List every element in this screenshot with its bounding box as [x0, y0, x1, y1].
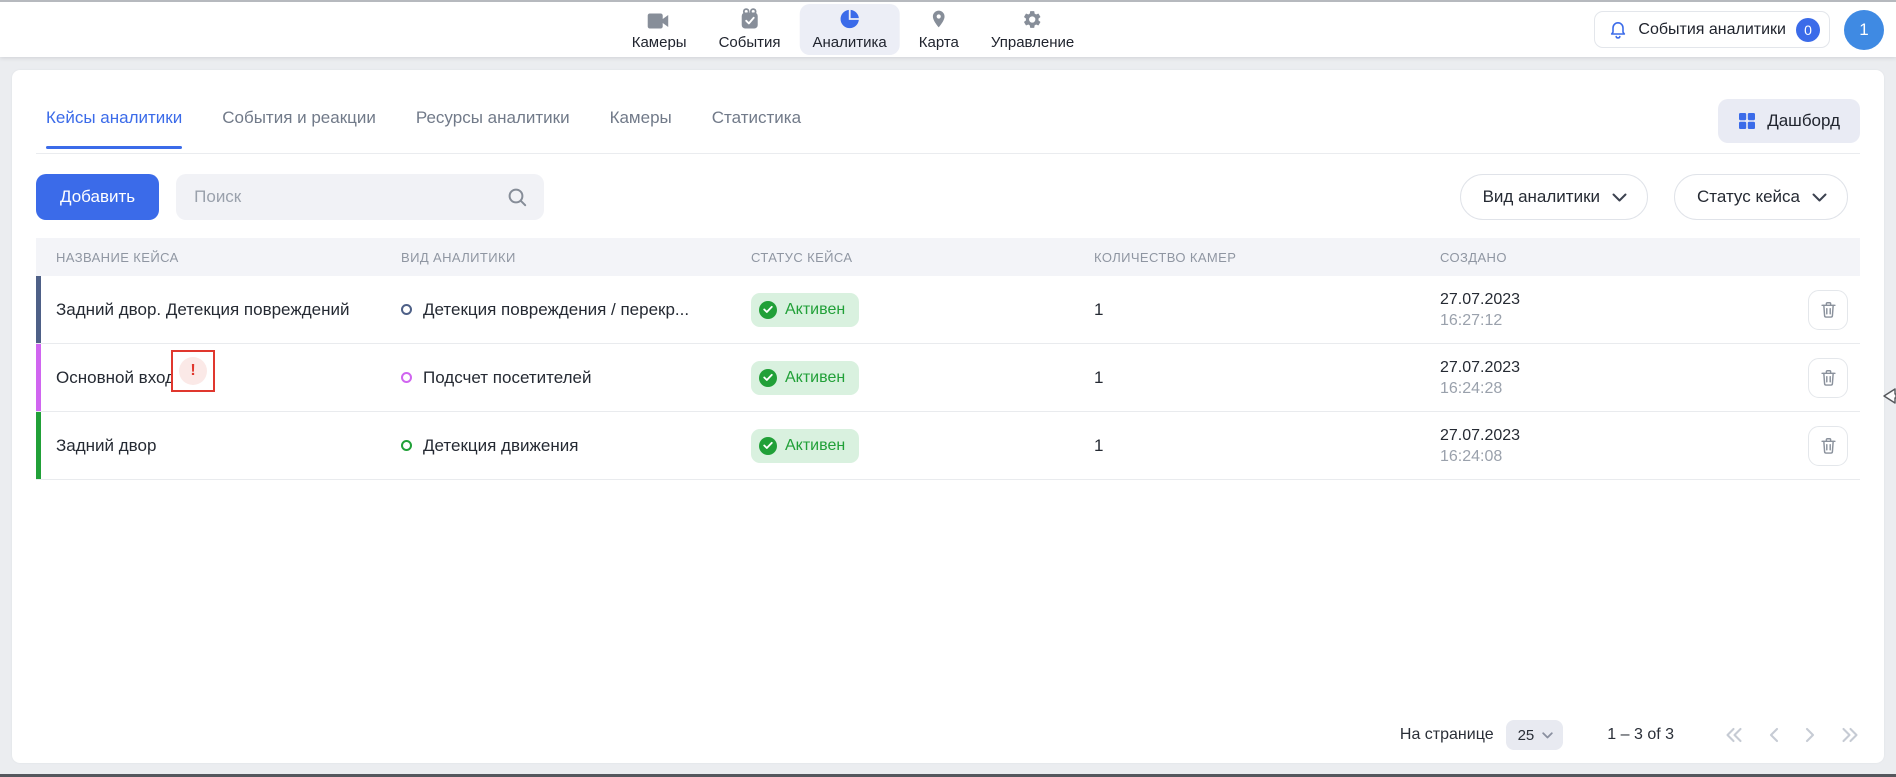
- case-status-filter[interactable]: Статус кейса: [1674, 174, 1848, 220]
- tab-cameras[interactable]: Камеры: [610, 70, 672, 153]
- camera-icon: [647, 8, 671, 30]
- chevron-down-icon: [1542, 732, 1553, 739]
- tab-analytics-resources[interactable]: Ресурсы аналитики: [416, 70, 570, 153]
- case-name: Основной вход: [56, 368, 175, 388]
- chevron-down-icon: [1812, 193, 1827, 202]
- nav-item-label: Управление: [991, 34, 1074, 51]
- camera-count: 1: [1094, 300, 1440, 320]
- dashboard-grid-icon: [1738, 112, 1756, 130]
- check-icon: [759, 301, 777, 319]
- tab-analytics-cases[interactable]: Кейсы аналитики: [46, 70, 182, 153]
- created-date: 27.07.2023: [1440, 357, 1520, 378]
- nav-item-label: Карта: [919, 34, 959, 51]
- column-header: СТАТУС КЕЙСА: [751, 250, 1094, 265]
- check-icon: [759, 369, 777, 387]
- analytics-events-label: События аналитики: [1638, 21, 1786, 39]
- created-cell: 27.07.2023 16:27:12: [1440, 289, 1784, 331]
- case-color-bar: [36, 276, 41, 343]
- gear-icon: [1022, 8, 1043, 30]
- pagination-bar: На странице 25 1 – 3 of 3: [36, 717, 1860, 763]
- dashboard-label: Дашборд: [1767, 111, 1840, 131]
- case-name: Задний двор. Детекция повреждений: [56, 300, 349, 320]
- nav-item-label: События: [719, 34, 781, 51]
- tabs-bar: Кейсы аналитики События и реакции Ресурс…: [36, 70, 1860, 154]
- nav-item-management[interactable]: Управление: [978, 4, 1087, 55]
- search-input[interactable]: [194, 187, 507, 207]
- pagination-range: 1 – 3 of 3: [1607, 726, 1674, 744]
- delete-case-button[interactable]: [1808, 358, 1848, 398]
- per-page-label: На странице: [1400, 726, 1494, 744]
- toolbar: Добавить Вид аналитики Статус кейса: [36, 174, 1860, 220]
- previous-page-button[interactable]: [1768, 727, 1780, 743]
- status-badge: Активен: [751, 361, 859, 395]
- main-nav: Камеры События Аналитика Карта Управлени…: [619, 2, 1088, 57]
- column-header: СОЗДАНО: [1440, 250, 1784, 265]
- created-time: 16:24:08: [1440, 446, 1502, 467]
- content-card: Кейсы аналитики События и реакции Ресурс…: [12, 70, 1884, 763]
- events-icon: [739, 8, 761, 30]
- check-icon: [759, 437, 777, 455]
- dashboard-button[interactable]: Дашборд: [1718, 99, 1860, 143]
- cases-table: НАЗВАНИЕ КЕЙСА ВИД АНАЛИТИКИ СТАТУС КЕЙС…: [36, 238, 1860, 480]
- nav-item-map[interactable]: Карта: [906, 4, 972, 55]
- case-color-bar: [36, 344, 41, 411]
- search-box[interactable]: [176, 174, 544, 220]
- events-count-badge: 0: [1796, 18, 1820, 42]
- case-color-bar: [36, 412, 41, 479]
- table-header: НАЗВАНИЕ КЕЙСА ВИД АНАЛИТИКИ СТАТУС КЕЙС…: [36, 238, 1860, 276]
- content-area: Кейсы аналитики События и реакции Ресурс…: [0, 57, 1896, 772]
- table-row[interactable]: Основной вход ! Подсчет посетителей Акти…: [36, 344, 1860, 412]
- analytics-type-icon: [401, 440, 412, 451]
- search-icon: [507, 187, 528, 208]
- column-header: НАЗВАНИЕ КЕЙСА: [56, 250, 401, 265]
- nav-item-analytics[interactable]: Аналитика: [800, 4, 900, 55]
- add-case-button[interactable]: Добавить: [36, 174, 159, 220]
- created-date: 27.07.2023: [1440, 289, 1520, 310]
- avatar[interactable]: 1: [1844, 10, 1884, 50]
- created-date: 27.07.2023: [1440, 425, 1520, 446]
- nav-item-cameras[interactable]: Камеры: [619, 4, 700, 55]
- created-cell: 27.07.2023 16:24:08: [1440, 425, 1784, 467]
- bell-icon: [1608, 19, 1628, 40]
- analytics-type-label: Детекция повреждения / перекр...: [423, 300, 709, 320]
- map-pin-icon: [929, 8, 949, 30]
- analytics-type-label: Подсчет посетителей: [423, 368, 611, 388]
- nav-item-label: Камеры: [632, 34, 687, 51]
- table-row[interactable]: Задний двор Детекция движения Активен 1: [36, 412, 1860, 480]
- last-page-button[interactable]: [1840, 727, 1860, 743]
- analytics-icon: [839, 8, 861, 30]
- analytics-type-icon: [401, 372, 412, 383]
- column-header: КОЛИЧЕСТВО КАМЕР: [1094, 250, 1440, 265]
- analytics-type-icon: [401, 304, 412, 315]
- case-name: Задний двор: [56, 436, 156, 456]
- tab-events-reactions[interactable]: События и реакции: [222, 70, 376, 153]
- analytics-type-filter[interactable]: Вид аналитики: [1460, 174, 1648, 220]
- status-badge: Активен: [751, 293, 859, 327]
- created-time: 16:24:28: [1440, 378, 1502, 399]
- tab-statistics[interactable]: Статистика: [712, 70, 801, 153]
- delete-case-button[interactable]: [1808, 290, 1848, 330]
- per-page-select[interactable]: 25: [1506, 720, 1564, 750]
- created-time: 16:27:12: [1440, 310, 1502, 331]
- top-header: Камеры События Аналитика Карта Управлени…: [0, 0, 1896, 57]
- created-cell: 27.07.2023 16:24:28: [1440, 357, 1784, 399]
- camera-count: 1: [1094, 368, 1440, 388]
- analytics-events-button[interactable]: События аналитики 0: [1594, 11, 1830, 48]
- next-page-button[interactable]: [1804, 727, 1816, 743]
- status-badge: Активен: [751, 429, 859, 463]
- warning-annotation-box: !: [171, 350, 215, 392]
- column-header: ВИД АНАЛИТИКИ: [401, 250, 751, 265]
- delete-case-button[interactable]: [1808, 426, 1848, 466]
- camera-count: 1: [1094, 436, 1440, 456]
- nav-item-events[interactable]: События: [706, 4, 794, 55]
- mouse-cursor-artifact: [1882, 385, 1896, 407]
- nav-item-label: Аналитика: [813, 34, 887, 51]
- analytics-type-label: Детекция движения: [423, 436, 598, 456]
- table-row[interactable]: Задний двор. Детекция повреждений Детекц…: [36, 276, 1860, 344]
- warning-icon: !: [179, 357, 207, 385]
- chevron-down-icon: [1612, 193, 1627, 202]
- first-page-button[interactable]: [1724, 727, 1744, 743]
